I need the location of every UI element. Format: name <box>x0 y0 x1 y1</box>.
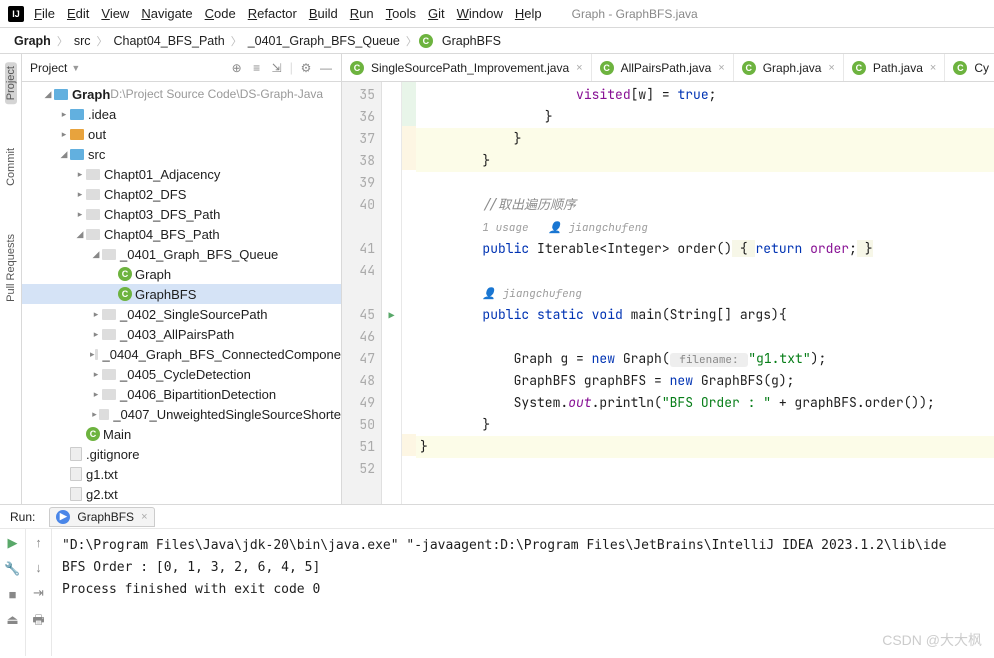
up-icon[interactable]: ↑ <box>35 535 42 550</box>
tree-item-graphbfs[interactable]: CGraphBFS <box>22 284 341 304</box>
tree-item--0403-allpairspath[interactable]: ▸_0403_AllPairsPath <box>22 324 341 344</box>
tree-item-chapt03-dfs-path[interactable]: ▸Chapt03_DFS_Path <box>22 204 341 224</box>
tree-item-out[interactable]: ▸out <box>22 124 341 144</box>
tree-item--0405-cycledetection[interactable]: ▸_0405_CycleDetection <box>22 364 341 384</box>
tree-item-chapt02-dfs[interactable]: ▸Chapt02_DFS <box>22 184 341 204</box>
editor-tab[interactable]: CCy <box>945 54 994 81</box>
breadcrumb: Graph〉 src〉 Chapt04_BFS_Path〉 _0401_Grap… <box>0 28 994 54</box>
tree-item-g2-txt[interactable]: g2.txt <box>22 484 341 504</box>
menu-bar: IJ FileEditViewNavigateCodeRefactorBuild… <box>0 0 994 28</box>
print-icon[interactable]: 🖶 <box>32 611 44 633</box>
tree-item--0407-unweightedsinglesourceshorte[interactable]: ▸_0407_UnweightedSingleSourceShorte <box>22 404 341 424</box>
wrap-icon[interactable]: ⇥ <box>33 585 44 601</box>
menu-git[interactable]: Git <box>422 4 451 23</box>
menu-view[interactable]: View <box>95 4 135 23</box>
tree-item-graph[interactable]: ◢Graph D:\Project Source Code\DS-Graph-J… <box>22 84 341 104</box>
left-tool-gutter: Project Commit Pull Requests <box>0 54 22 504</box>
tree-item-graph[interactable]: CGraph <box>22 264 341 284</box>
intellij-logo-icon: IJ <box>8 6 24 22</box>
editor-pane: CSingleSourcePath_Improvement.java×CAllP… <box>342 54 994 504</box>
run-icon: ▶ <box>56 510 70 524</box>
tree-item--0406-bipartitiondetection[interactable]: ▸_0406_BipartitionDetection <box>22 384 341 404</box>
menu-tools[interactable]: Tools <box>380 4 422 23</box>
close-icon[interactable]: × <box>576 62 582 74</box>
class-icon: C <box>419 34 433 48</box>
hide-icon[interactable]: — <box>319 61 333 75</box>
project-tree[interactable]: ◢Graph D:\Project Source Code\DS-Graph-J… <box>22 82 341 504</box>
tree-item-chapt04-bfs-path[interactable]: ◢Chapt04_BFS_Path <box>22 224 341 244</box>
editor-tab[interactable]: CGraph.java× <box>734 54 844 81</box>
tree-item--0401-graph-bfs-queue[interactable]: ◢_0401_Graph_BFS_Queue <box>22 244 341 264</box>
tool-tab-commit[interactable]: Commit <box>5 144 17 190</box>
tree-item-chapt01-adjacency[interactable]: ▸Chapt01_Adjacency <box>22 164 341 184</box>
expand-icon[interactable]: ≡ <box>250 61 264 75</box>
crumb[interactable]: src <box>70 34 95 48</box>
run-toolbar-primary: ▶ 🔧 ■ ⏏ <box>0 529 26 656</box>
tree-item-main[interactable]: CMain <box>22 424 341 444</box>
menu-file[interactable]: File <box>28 4 61 23</box>
run-toolbar-secondary: ↑ ↓ ⇥ 🖶 <box>26 529 52 656</box>
project-pane: Project ▼ ⊕ ≡ ⇲ | ⚙ — ◢Graph D:\Project … <box>22 54 342 504</box>
editor-tab[interactable]: CPath.java× <box>844 54 945 81</box>
crumb[interactable]: Chapt04_BFS_Path <box>109 34 228 48</box>
run-config-tab[interactable]: ▶ GraphBFS × <box>49 507 154 527</box>
menu-help[interactable]: Help <box>509 4 548 23</box>
tree-item--gitignore[interactable]: .gitignore <box>22 444 341 464</box>
tree-item--idea[interactable]: ▸.idea <box>22 104 341 124</box>
wrench-icon[interactable]: 🔧 <box>4 561 20 577</box>
project-pane-header: Project ▼ ⊕ ≡ ⇲ | ⚙ — <box>22 54 341 82</box>
menu-refactor[interactable]: Refactor <box>242 4 303 23</box>
tree-item-g1-txt[interactable]: g1.txt <box>22 464 341 484</box>
crumb[interactable]: _0401_Graph_BFS_Queue <box>244 34 404 48</box>
tree-item--0402-singlesourcepath[interactable]: ▸_0402_SingleSourcePath <box>22 304 341 324</box>
menu-code[interactable]: Code <box>199 4 242 23</box>
editor-tab[interactable]: CSingleSourcePath_Improvement.java× <box>342 54 592 81</box>
close-icon[interactable]: × <box>828 62 834 74</box>
watermark: CSDN @大大枫 <box>882 630 982 650</box>
menu-edit[interactable]: Edit <box>61 4 95 23</box>
code-area[interactable]: 35363738394041444546474849505152 ▶ visit… <box>342 82 994 504</box>
exit-icon[interactable]: ⏏ <box>6 612 18 628</box>
close-icon[interactable]: × <box>141 511 147 523</box>
menu-navigate[interactable]: Navigate <box>135 4 198 23</box>
tree-item--0404-graph-bfs-connectedcompone[interactable]: ▸_0404_Graph_BFS_ConnectedCompone <box>22 344 341 364</box>
crumb-root[interactable]: Graph <box>10 34 55 48</box>
crumb-file[interactable]: GraphBFS <box>438 34 505 48</box>
console-output[interactable]: "D:\Program Files\Java\jdk-20\bin\java.e… <box>52 529 994 656</box>
window-title: Graph - GraphBFS.java <box>572 7 698 21</box>
run-panel: Run: ▶ GraphBFS × ▶ 🔧 ■ ⏏ ↑ ↓ ⇥ 🖶 "D:\Pr… <box>0 504 994 656</box>
locate-icon[interactable]: ⊕ <box>230 61 244 75</box>
close-icon[interactable]: × <box>718 62 724 74</box>
menu-build[interactable]: Build <box>303 4 344 23</box>
stop-icon[interactable]: ■ <box>9 587 17 602</box>
editor-tab-bar: CSingleSourcePath_Improvement.java×CAllP… <box>342 54 994 82</box>
gear-icon[interactable]: ⚙ <box>299 61 313 75</box>
rerun-icon[interactable]: ▶ <box>8 535 18 551</box>
tool-tab-project[interactable]: Project <box>5 62 17 104</box>
project-pane-title: Project <box>30 61 67 75</box>
menu-window[interactable]: Window <box>451 4 509 23</box>
menu-run[interactable]: Run <box>344 4 380 23</box>
editor-tab[interactable]: CAllPairsPath.java× <box>592 54 734 81</box>
collapse-icon[interactable]: ⇲ <box>270 61 284 75</box>
tree-item-src[interactable]: ◢src <box>22 144 341 164</box>
run-title: Run: <box>10 510 35 524</box>
close-icon[interactable]: × <box>930 62 936 74</box>
down-icon[interactable]: ↓ <box>35 560 42 575</box>
tool-tab-pull-requests[interactable]: Pull Requests <box>5 230 17 306</box>
